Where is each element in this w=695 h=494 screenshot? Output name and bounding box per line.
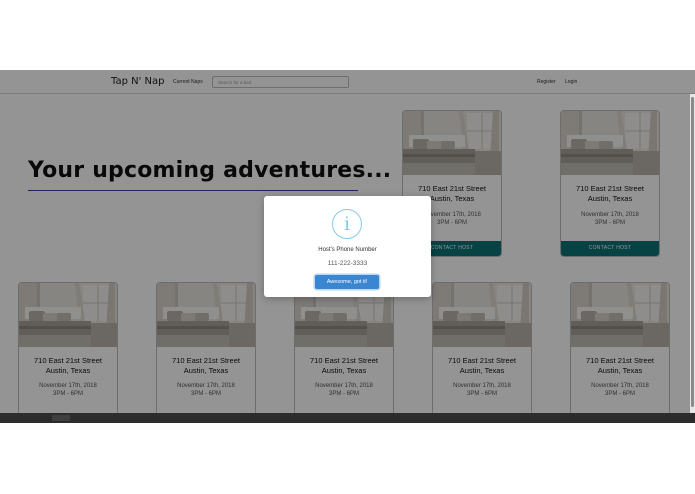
taskbar-tab[interactable] xyxy=(52,415,70,421)
scrollbar-thumb[interactable] xyxy=(691,97,694,407)
screenshot-canvas: Tap N' Nap Current Naps Register Login Y… xyxy=(0,0,695,494)
host-phone-number: 111-222-3333 xyxy=(327,260,368,267)
confirm-button[interactable]: Awesome, got it! xyxy=(315,275,379,289)
bottom-taskbar xyxy=(0,413,695,423)
phone-number-dialog: i Host's Phone Number 111-222-3333 Aweso… xyxy=(264,196,431,297)
dialog-title: Host's Phone Number xyxy=(318,247,377,253)
info-icon: i xyxy=(332,209,362,239)
app-viewport: Tap N' Nap Current Naps Register Login Y… xyxy=(0,70,695,413)
